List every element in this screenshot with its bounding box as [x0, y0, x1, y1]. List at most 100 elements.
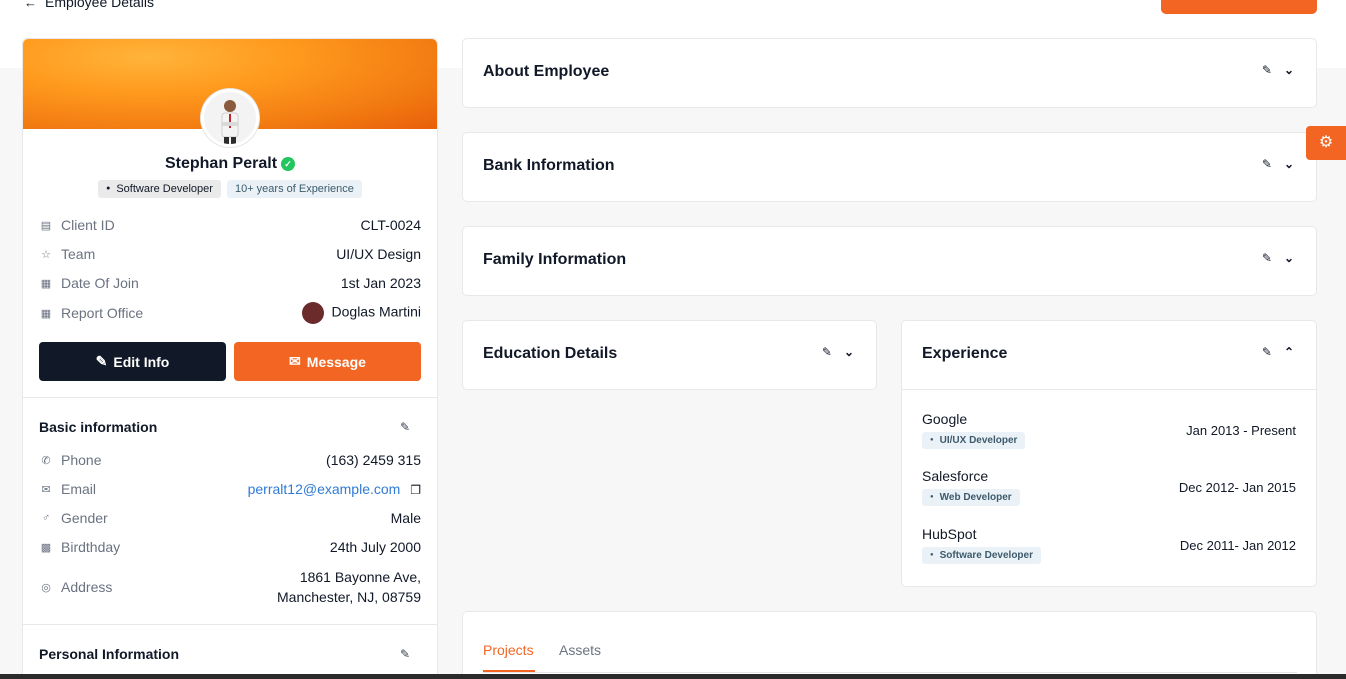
birthday-label: Birdthday: [61, 539, 121, 555]
team-label: Team: [61, 246, 96, 262]
date-of-join-row: ▦ Date Of Join 1st Jan 2023: [39, 275, 421, 291]
role-badge: Software Developer: [922, 547, 1041, 564]
phone-label: Phone: [61, 452, 102, 468]
family-information-title: Family Information: [483, 251, 627, 268]
address-line1: 1861 Bayonne Ave,: [299, 569, 421, 585]
address-label: Address: [61, 579, 113, 595]
experience-title: Experience: [922, 345, 1008, 362]
divider: [902, 389, 1316, 390]
chevron-down-icon[interactable]: ⌄: [844, 345, 854, 359]
date-of-join-value: 1st Jan 2023: [340, 275, 421, 291]
experience-item: Salesforce Web Developer Dec 2012- Jan 2…: [922, 468, 1296, 506]
bank-information-card[interactable]: Bank Information ✎ ⌄: [462, 132, 1317, 202]
tab-projects[interactable]: Projects: [483, 642, 534, 658]
message-button[interactable]: ✉ Message: [234, 342, 421, 381]
gender-label: Gender: [61, 510, 108, 526]
client-id-row: ▤ Client ID CLT-0024: [39, 217, 421, 233]
profile-card: Stephan Peralt✓ Software Developer 10+ y…: [22, 38, 438, 679]
email-row: ✉ Email perralt12@example.com ❐: [39, 481, 421, 497]
profile-name: Stephan Peralt: [164, 155, 278, 172]
header-action-button[interactable]: [1161, 0, 1317, 14]
experience-item: Google UI/UX Developer Jan 2013 - Presen…: [922, 411, 1296, 449]
birthday-value: 24th July 2000: [329, 539, 421, 555]
calendar-icon: ▦: [40, 277, 52, 290]
star-icon: ☆: [41, 248, 51, 261]
edit-personal-info-icon[interactable]: ✎: [400, 647, 410, 661]
gender-value: Male: [390, 510, 421, 526]
about-employee-title: About Employee: [483, 63, 610, 80]
edit-basic-info-icon[interactable]: ✎: [400, 420, 410, 434]
birthday-row: ▩ Birdthday 24th July 2000: [39, 539, 421, 555]
role-badge: Web Developer: [922, 489, 1020, 506]
copy-icon[interactable]: ❐: [410, 483, 421, 497]
profile-name-row: Stephan Peralt ✓: [23, 155, 437, 173]
client-id-label: Client ID: [61, 217, 115, 233]
experience-card: Experience ✎ ⌃ Google UI/UX Developer Jan…: [901, 320, 1317, 587]
date-of-join-label: Date Of Join: [61, 275, 139, 291]
verified-icon: ✓: [281, 157, 296, 171]
chevron-up-icon[interactable]: ⌃: [1284, 345, 1294, 359]
address-value: 1861 Bayonne Ave, Manchester, NJ, 08759: [277, 567, 421, 607]
page-title: Employee Details: [45, 0, 154, 10]
phone-icon: ✆: [41, 454, 51, 467]
active-tab-indicator: [483, 670, 535, 672]
education-details-card[interactable]: Education Details ✎ ⌄: [462, 320, 877, 390]
avatar: [201, 89, 259, 147]
gender-icon: ♂: [41, 512, 51, 524]
client-id-value: CLT-0024: [360, 217, 421, 233]
edit-icon[interactable]: ✎: [1262, 63, 1272, 77]
bank-information-title: Bank Information: [483, 157, 615, 174]
edit-icon[interactable]: ✎: [1262, 157, 1272, 171]
mail-icon: ✉: [41, 483, 51, 496]
email-link[interactable]: perralt12@example.com: [248, 481, 401, 497]
address-line2: Manchester, NJ, 08759: [277, 589, 421, 605]
edit-icon: ✎: [95, 353, 108, 369]
gender-row: ♂ Gender Male: [39, 510, 421, 526]
chevron-down-icon[interactable]: ⌄: [1284, 157, 1294, 171]
profile-badges: Software Developer 10+ years of Experien…: [23, 180, 437, 198]
divider: [23, 624, 437, 625]
experience-badge: 10+ years of Experience: [226, 180, 362, 198]
team-row: ☆ Team UI/UX Design: [39, 246, 421, 262]
tab-divider: [483, 672, 1297, 673]
role-badge: Software Developer: [98, 180, 221, 198]
edit-info-label: Edit Info: [113, 353, 170, 370]
edit-icon[interactable]: ✎: [1262, 345, 1272, 359]
edit-icon[interactable]: ✎: [1262, 251, 1272, 265]
divider: [23, 397, 437, 398]
edit-icon[interactable]: ✎: [822, 345, 832, 359]
page-header: ← Employee Details: [24, 0, 154, 10]
about-employee-card[interactable]: About Employee ✎ ⌄: [462, 38, 1317, 108]
address-row: ◎ Address 1861 Bayonne Ave, Manchester, N…: [39, 567, 421, 607]
role-badge: UI/UX Developer: [922, 432, 1026, 449]
chevron-down-icon[interactable]: ⌄: [1284, 63, 1294, 77]
report-office-row: ▦ Report Office Doglas Martini: [39, 302, 421, 324]
phone-value: (163) 2459 315: [326, 452, 421, 468]
phone-row: ✆ Phone (163) 2459 315: [39, 452, 421, 468]
location-icon: ◎: [41, 581, 51, 594]
team-value: UI/UX Design: [336, 246, 421, 262]
taskbar: [0, 674, 1346, 679]
basic-info-title: Basic information: [39, 419, 158, 435]
family-information-card[interactable]: Family Information ✎ ⌄: [462, 226, 1317, 296]
experience-dates: Jan 2013 - Present: [1186, 423, 1296, 438]
tab-assets[interactable]: Assets: [559, 642, 601, 658]
gear-icon[interactable]: ⚙: [1306, 126, 1346, 160]
message-icon: ✉: [289, 353, 301, 369]
report-office-label: Report Office: [61, 305, 144, 321]
report-office-value: Doglas Martini: [301, 302, 421, 324]
email-value: perralt12@example.com ❐: [248, 481, 421, 497]
id-card-icon: ▤: [40, 219, 52, 232]
edit-info-button[interactable]: ✎ Edit Info: [39, 342, 226, 381]
chevron-down-icon[interactable]: ⌄: [1284, 251, 1294, 265]
experience-dates: Dec 2011- Jan 2012: [1179, 538, 1296, 553]
cake-icon: ▩: [40, 541, 52, 554]
message-label: Message: [306, 353, 366, 370]
email-label: Email: [61, 481, 97, 497]
projects-assets-card: Projects Assets: [462, 611, 1317, 679]
experience-item: HubSpot Software Developer Dec 2011- Jan…: [922, 526, 1296, 564]
arrow-left-icon[interactable]: ←: [24, 0, 37, 10]
calendar-icon: ▦: [40, 307, 52, 320]
education-details-title: Education Details: [483, 345, 618, 362]
experience-dates: Dec 2012- Jan 2015: [1178, 480, 1296, 495]
